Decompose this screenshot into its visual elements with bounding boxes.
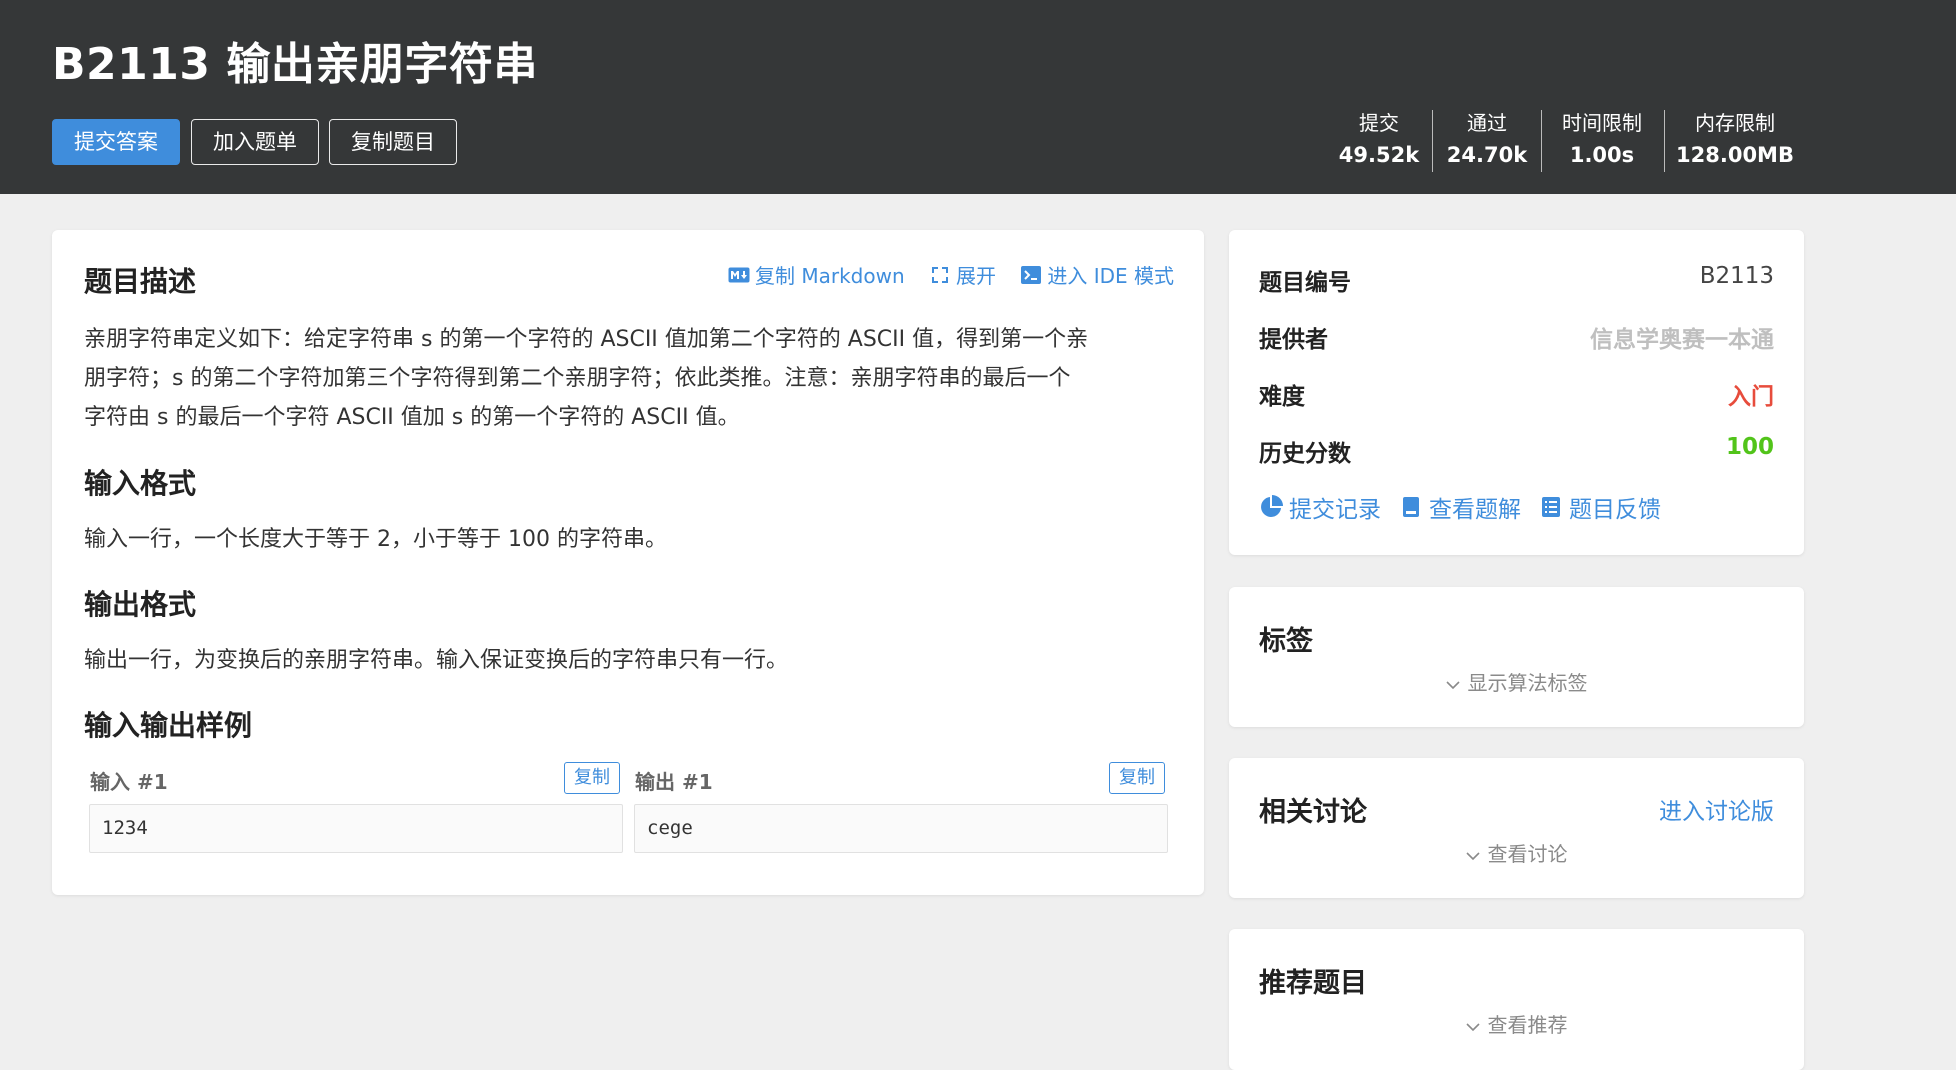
copy-output-button[interactable]: 复制 <box>1109 762 1165 794</box>
description-heading: 题目描述 <box>84 265 197 298</box>
stat-divider <box>1432 110 1433 172</box>
add-to-list-button[interactable]: 加入题单 <box>191 119 319 165</box>
info-key: 提供者 <box>1259 327 1328 353</box>
list-icon <box>1542 497 1560 517</box>
expand-icon <box>931 266 948 283</box>
stat-label: 内存限制 <box>1695 111 1775 135</box>
sample-output-box[interactable]: cege <box>634 804 1168 853</box>
provider-link[interactable]: 信息学奥赛一本通 <box>1590 320 1774 354</box>
stat-value: 49.52k <box>1338 143 1420 167</box>
stat-label: 时间限制 <box>1562 111 1642 135</box>
problem-card: 题目描述 复制 Markdown 展开 进入 IDE 模式 亲朋字符串定义如下：… <box>52 230 1204 895</box>
tags-card: 标签 显示算法标签 <box>1229 587 1804 727</box>
description-line: 朋字符；s 的第二个字符加第三个字符得到第二个亲朋字符；依此类推。注意：亲朋字符… <box>84 366 1071 391</box>
info-key: 历史分数 <box>1259 441 1351 467</box>
recommend-card: 推荐题目 查看推荐 <box>1229 929 1804 1070</box>
stat-submissions: 提交 49.52k <box>1334 108 1424 174</box>
copy-markdown-label: 复制 Markdown <box>754 264 905 288</box>
discussion-card: 相关讨论 进入讨论版 查看讨论 <box>1229 758 1804 898</box>
feedback-link[interactable]: 题目反馈 <box>1539 490 1661 524</box>
expand-button[interactable]: 展开 <box>929 260 996 289</box>
copy-markdown-button[interactable]: 复制 Markdown <box>728 260 905 289</box>
stat-time-limit: 时间限制 1.00s <box>1551 108 1653 174</box>
info-row-score: 历史分数 100 <box>1259 434 1774 470</box>
info-row-difficulty: 难度 入门 <box>1259 377 1774 413</box>
sample-output-label: 输出 #1 <box>635 770 713 794</box>
ide-mode-button[interactable]: 进入 IDE 模式 <box>1020 260 1174 289</box>
info-row-provider: 提供者 信息学奥赛一本通 <box>1259 320 1774 356</box>
difficulty-value: 入门 <box>1728 384 1774 410</box>
info-row-id: 题目编号 B2113 <box>1259 263 1774 299</box>
sample-input-label: 输入 #1 <box>90 770 168 794</box>
info-key: 难度 <box>1259 384 1305 410</box>
solutions-link[interactable]: 查看题解 <box>1399 490 1521 524</box>
link-label: 题目反馈 <box>1569 497 1661 523</box>
link-label: 查看题解 <box>1429 497 1521 523</box>
score-value: 100 <box>1725 434 1774 460</box>
stat-memory-limit: 内存限制 128.00MB <box>1674 108 1796 174</box>
toggle-label: 查看推荐 <box>1487 1013 1568 1037</box>
stat-accepted: 通过 24.70k <box>1442 108 1532 174</box>
show-discussion-toggle[interactable]: 查看讨论 <box>1229 838 1804 867</box>
show-tags-toggle[interactable]: 显示算法标签 <box>1229 667 1804 696</box>
description-text: 亲朋字符串定义如下：给定字符串 s 的第一个字符的 ASCII 值加第二个字符的… <box>84 320 1088 437</box>
toggle-label: 查看讨论 <box>1487 842 1568 866</box>
problem-info-card: 题目编号 B2113 提供者 信息学奥赛一本通 难度 入门 历史分数 100 提… <box>1229 230 1804 555</box>
output-format-text: 输出一行，为变换后的亲朋字符串。输入保证变换后的字符串只有一行。 <box>84 648 789 673</box>
show-recommend-toggle[interactable]: 查看推荐 <box>1229 1009 1804 1038</box>
enter-forum-link[interactable]: 进入讨论版 <box>1659 792 1774 826</box>
stat-label: 提交 <box>1359 111 1399 135</box>
chevron-down-icon <box>1465 1022 1480 1031</box>
info-links: 提交记录 查看题解 题目反馈 <box>1259 490 1661 524</box>
expand-label: 展开 <box>955 264 996 288</box>
book-icon <box>1403 497 1419 517</box>
recommend-heading: 推荐题目 <box>1259 968 1367 999</box>
pie-chart-icon <box>1261 495 1283 517</box>
info-key: 题目编号 <box>1259 270 1351 296</box>
chevron-down-icon <box>1465 851 1480 860</box>
stat-value: 24.70k <box>1446 143 1528 167</box>
output-format-heading: 输出格式 <box>84 588 197 621</box>
stat-divider <box>1541 110 1542 172</box>
stat-value: 128.00MB <box>1676 143 1794 167</box>
copy-problem-button[interactable]: 复制题目 <box>329 119 457 165</box>
toggle-label: 显示算法标签 <box>1467 671 1588 695</box>
page-title: B2113 输出亲朋字符串 <box>52 39 538 90</box>
description-line: 亲朋字符串定义如下：给定字符串 s 的第一个字符的 ASCII 值加第二个字符的… <box>84 327 1089 352</box>
terminal-icon <box>1021 265 1042 284</box>
samples-heading: 输入输出样例 <box>84 709 253 742</box>
discussion-heading: 相关讨论 <box>1259 797 1367 828</box>
submit-answer-button[interactable]: 提交答案 <box>52 119 180 165</box>
markdown-icon <box>728 267 750 282</box>
description-line: 字符由 s 的最后一个字符 ASCII 值加 s 的第一个字符的 ASCII 值… <box>84 405 740 430</box>
stat-divider <box>1664 110 1665 172</box>
stat-value: 1.00s <box>1569 143 1635 167</box>
problem-id-value: B2113 <box>1699 263 1774 289</box>
input-format-text: 输入一行，一个长度大于等于 2，小于等于 100 的字符串。 <box>84 527 667 552</box>
submission-records-link[interactable]: 提交记录 <box>1259 490 1381 524</box>
ide-mode-label: 进入 IDE 模式 <box>1047 264 1174 288</box>
tags-heading: 标签 <box>1259 626 1313 657</box>
problem-header: B2113 输出亲朋字符串 提交答案 加入题单 复制题目 提交 49.52k 通… <box>0 0 1956 194</box>
input-format-heading: 输入格式 <box>84 467 197 500</box>
sample-input-box[interactable]: 1234 <box>89 804 623 853</box>
copy-input-button[interactable]: 复制 <box>564 762 620 794</box>
stat-label: 通过 <box>1467 111 1507 135</box>
link-label: 提交记录 <box>1289 497 1381 523</box>
problem-toolbar: 复制 Markdown 展开 进入 IDE 模式 <box>710 260 1174 289</box>
chevron-down-icon <box>1445 680 1460 689</box>
